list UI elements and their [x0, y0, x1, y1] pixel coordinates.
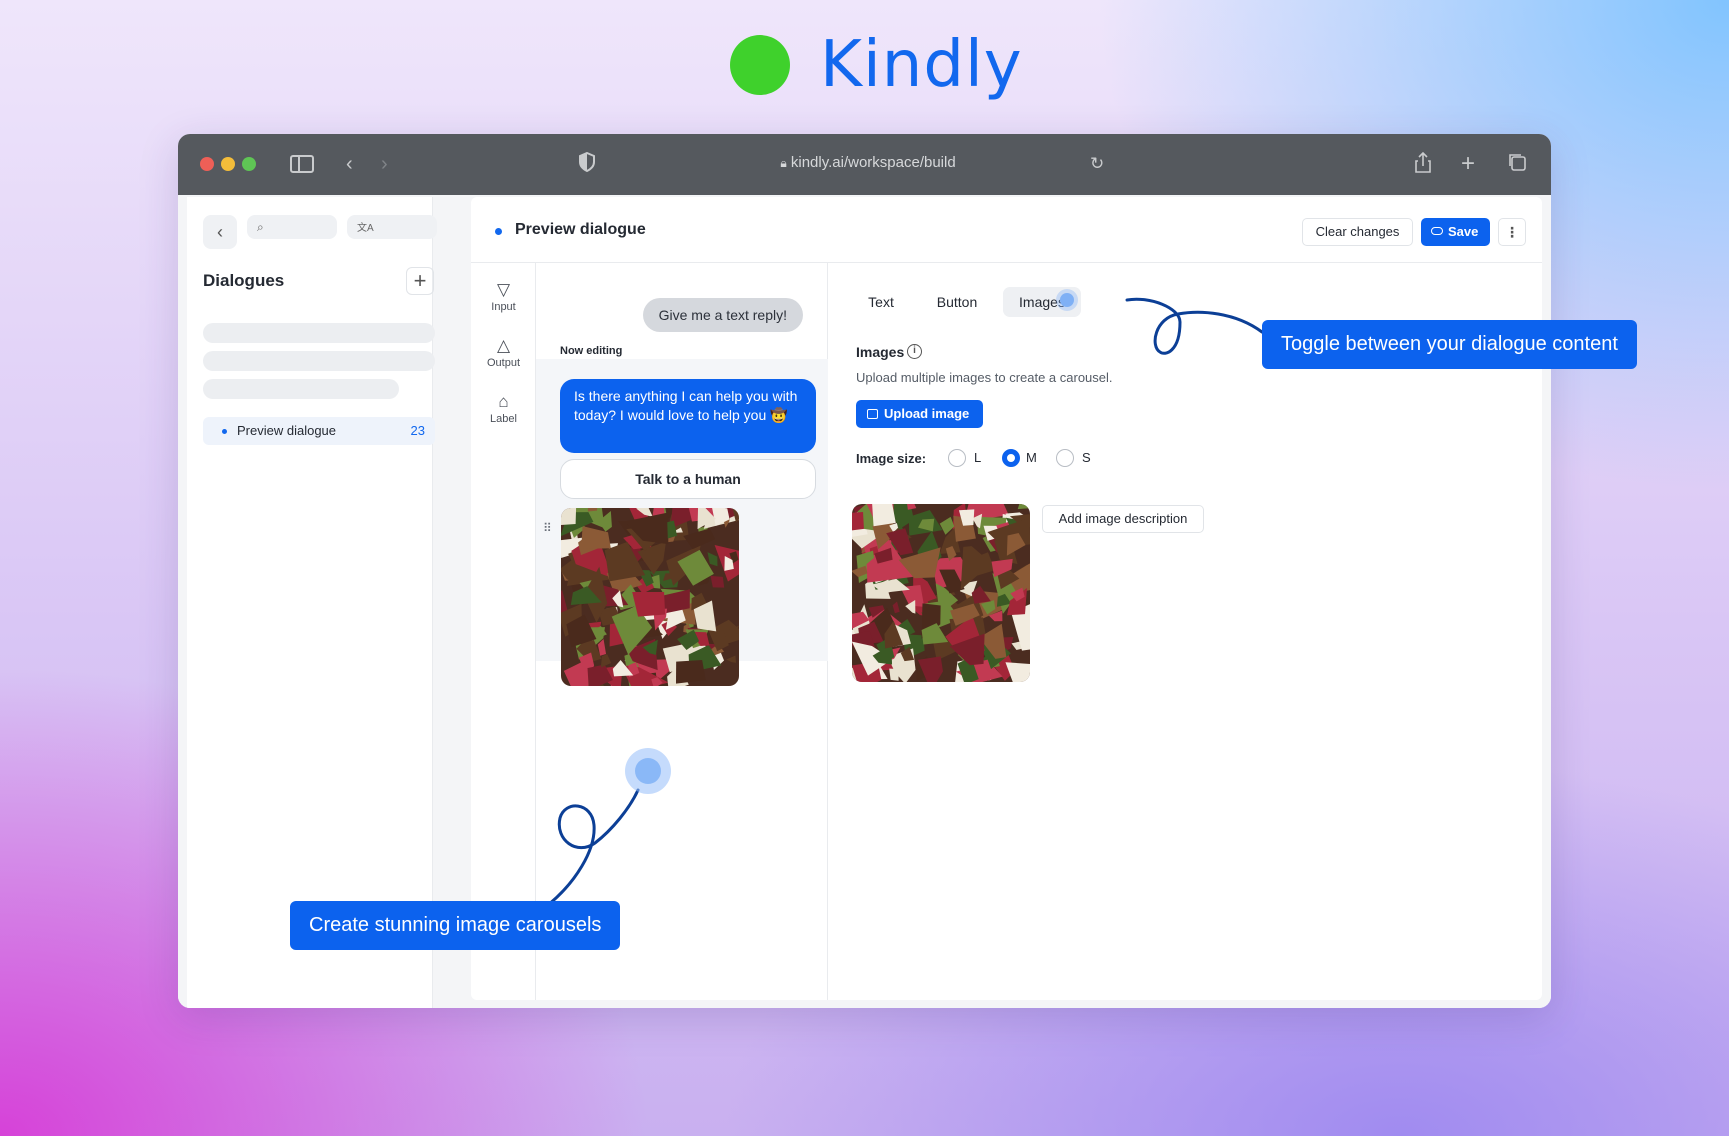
- dialogue-editor: Preview dialogue Clear changes Save ⋮ ▽ …: [471, 197, 1542, 1000]
- forward-icon[interactable]: ›: [381, 152, 388, 176]
- skeleton-item: [203, 351, 435, 371]
- sidebar-item-preview-dialogue[interactable]: Preview dialogue 23: [203, 417, 435, 445]
- tool-label[interactable]: ⌂ Label: [471, 392, 536, 425]
- brand-name: Kindly: [820, 28, 1023, 102]
- skeleton-item: [203, 323, 435, 343]
- sidebar-item-label: Preview dialogue: [237, 423, 337, 438]
- image-icon: [867, 409, 878, 419]
- user-message-bubble: Give me a text reply!: [642, 298, 803, 332]
- page-title: Preview dialogue: [515, 221, 646, 238]
- sidebar-toggle-icon[interactable]: [290, 155, 314, 173]
- image-size-label: Image size:: [856, 451, 927, 466]
- share-icon[interactable]: [1414, 151, 1432, 180]
- images-field-help: Upload multiple images to create a carou…: [856, 370, 1113, 385]
- minimize-window-button[interactable]: [221, 157, 235, 171]
- close-window-button[interactable]: [200, 157, 214, 171]
- tab-overview-icon[interactable]: [1507, 152, 1527, 178]
- food-photo: [852, 504, 1030, 682]
- dialogues-sidebar: ‹ ⌕ 文A Dialogues + Preview dialogue 23: [187, 197, 437, 1008]
- lock-icon: 🔒︎: [780, 156, 787, 170]
- tool-label: Input: [491, 301, 516, 313]
- address-bar[interactable]: 🔒︎ kindly.ai/workspace/build: [768, 154, 968, 171]
- drag-handle-icon[interactable]: ⠿: [543, 521, 552, 535]
- size-radio-s[interactable]: [1056, 449, 1074, 467]
- reload-icon[interactable]: ↻: [1090, 152, 1104, 176]
- logo-dot-icon: [730, 35, 790, 95]
- sidebar-search-input[interactable]: ⌕: [247, 215, 337, 239]
- tool-input[interactable]: ▽ Input: [471, 280, 536, 313]
- triangle-icon: △: [496, 336, 511, 355]
- app-content: ‹ ⌕ 文A Dialogues + Preview dialogue 23 P…: [178, 195, 1551, 1008]
- translate-icon: 文A: [357, 223, 374, 234]
- cursor-indicator: [625, 748, 671, 794]
- tool-label: Label: [490, 413, 517, 425]
- bot-message-bubble[interactable]: Is there anything I can help you with to…: [560, 379, 816, 453]
- food-photo: [561, 508, 739, 686]
- size-radio-m[interactable]: [1002, 449, 1020, 467]
- save-label: Save: [1448, 224, 1479, 239]
- info-icon[interactable]: i: [907, 344, 922, 359]
- search-icon: ⌕: [257, 220, 264, 234]
- kindly-logo: Kindly: [730, 30, 1023, 100]
- tool-label: Output: [486, 357, 521, 369]
- images-field-label: Images: [856, 344, 905, 360]
- tag-icon: ⌂: [498, 392, 509, 411]
- sidebar-back-button[interactable]: ‹: [203, 215, 237, 249]
- cloud-icon: [1431, 227, 1443, 235]
- funnel-icon: ▽: [496, 280, 511, 299]
- browser-window: ‹ › 🔒︎ kindly.ai/workspace/build ↻ + ‹ ⌕…: [178, 134, 1551, 1008]
- tool-strip: ▽ Input △ Output ⌂ Label: [471, 263, 536, 1000]
- editor-header: Preview dialogue Clear changes Save ⋮: [471, 197, 1542, 263]
- save-button[interactable]: Save: [1421, 218, 1490, 246]
- sidebar-item-count: 23: [410, 423, 425, 438]
- new-tab-icon[interactable]: +: [1461, 152, 1475, 176]
- add-dialogue-button[interactable]: +: [406, 267, 434, 295]
- now-editing-label: Now editing: [560, 345, 623, 357]
- url-text: kindly.ai/workspace/build: [790, 154, 956, 171]
- upload-image-button[interactable]: Upload image: [856, 400, 983, 428]
- clear-changes-button[interactable]: Clear changes: [1302, 218, 1413, 246]
- tab-text[interactable]: Text: [854, 287, 908, 317]
- size-label-l: L: [974, 450, 982, 465]
- uploaded-image[interactable]: [852, 504, 1030, 682]
- dialogues-title: Dialogues: [203, 271, 285, 290]
- status-dot-icon: [495, 228, 502, 235]
- browser-titlebar: ‹ › 🔒︎ kindly.ai/workspace/build ↻ +: [178, 134, 1551, 195]
- size-label-s: S: [1082, 450, 1091, 465]
- shield-icon[interactable]: [578, 151, 596, 178]
- language-selector[interactable]: 文A: [347, 215, 437, 239]
- tool-output[interactable]: △ Output: [471, 336, 536, 369]
- carousel-callout: Create stunning image carousels: [290, 901, 621, 950]
- carousel-image[interactable]: [561, 508, 739, 686]
- pointer-indicator: [1060, 293, 1074, 307]
- back-icon[interactable]: ‹: [346, 152, 353, 176]
- toggle-callout: Toggle between your dialogue content: [1262, 320, 1637, 369]
- more-options-button[interactable]: ⋮: [1498, 218, 1526, 246]
- content-editor: Text Button Images Images i Upload multi…: [828, 263, 1542, 1000]
- tab-button[interactable]: Button: [926, 287, 988, 317]
- chat-preview: Give me a text reply! Now editing Is the…: [536, 263, 828, 1000]
- add-image-description-button[interactable]: Add image description: [1042, 505, 1204, 533]
- talk-to-human-button[interactable]: Talk to a human: [560, 459, 816, 499]
- size-label-m: M: [1026, 450, 1037, 465]
- skeleton-item: [203, 379, 399, 399]
- upload-label: Upload image: [884, 406, 970, 421]
- maximize-window-button[interactable]: [242, 157, 256, 171]
- size-radio-l[interactable]: [948, 449, 966, 467]
